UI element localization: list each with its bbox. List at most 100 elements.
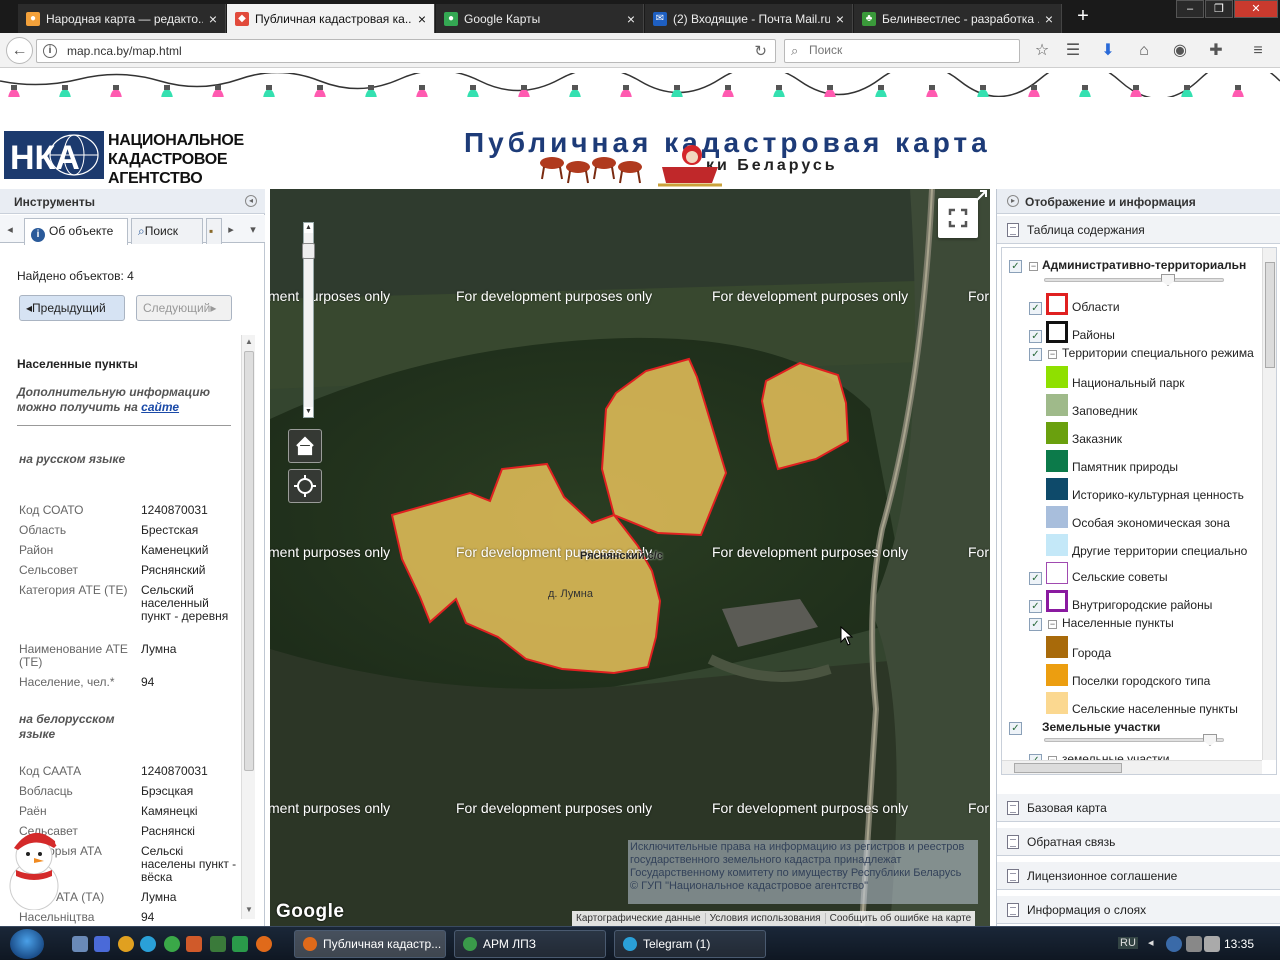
browser-tab[interactable]: ● Народная карта — редакто... × [18,4,226,33]
browser-search-box[interactable]: ⌕ [784,39,1020,63]
taskbar-item-firefox[interactable]: Публичная кадастр... [294,930,446,958]
new-tab-button[interactable]: + [1072,6,1094,28]
browser-tab[interactable]: ● Google Карты × [436,4,644,33]
layer-checkbox[interactable]: ✓ [1029,600,1042,613]
opacity-slider[interactable] [1044,274,1224,286]
back-button[interactable]: ← [6,37,33,64]
browser-search-input[interactable] [809,43,1009,57]
minimize-button[interactable]: – [1176,0,1204,18]
zoom-handle[interactable] [302,243,315,259]
close-tab-icon[interactable]: × [1045,11,1053,27]
close-tab-icon[interactable]: × [627,11,635,27]
collapse-icon[interactable]: − [1029,262,1038,271]
section-license[interactable]: Лицензионное соглашение [997,862,1280,890]
section-layer-info[interactable]: Информация о слоях [997,896,1280,924]
next-button[interactable]: Следующий▸ [136,295,232,321]
collapse-icon[interactable]: − [1048,620,1057,629]
scrollbar-thumb[interactable] [1265,262,1275,368]
zoom-in-button[interactable]: ▲ [304,223,313,233]
map-canvas[interactable]: ment purposes only For development purpo… [270,189,990,926]
tray-expand-icon[interactable]: ◂ [1148,936,1164,952]
pocket-icon[interactable]: ◉ [1170,41,1190,61]
pdf-icon[interactable] [186,936,202,952]
browser-tab-active[interactable]: ◆ Публичная кадастровая ка... × [227,4,435,33]
tab-more[interactable]: ▪ [206,218,222,244]
toc-header[interactable]: Таблица содержания [997,216,1280,244]
taskbar-item-arm[interactable]: АРМ ЛПЗ [454,930,606,958]
browser-tab[interactable]: ♣ Белинвестлес - разработка ... × [854,4,1062,33]
save-icon[interactable] [94,936,110,952]
scroll-down-icon[interactable]: ▼ [244,905,254,914]
zoom-out-button[interactable]: ▼ [304,407,313,417]
reload-icon[interactable]: ↻ [754,42,767,60]
whatsapp-icon[interactable] [164,936,180,952]
download-icon[interactable]: ⬇ [1098,41,1118,61]
home-icon[interactable]: ⌂ [1134,41,1154,61]
layer-checkbox[interactable]: ✓ [1029,302,1042,315]
layer-checkbox[interactable]: ✓ [1009,722,1022,735]
zoom-slider[interactable]: ▲ ▼ [302,222,315,418]
info-icon[interactable]: i [43,44,57,58]
collapse-panel-icon[interactable]: ◂ [245,195,257,207]
opacity-slider[interactable] [1044,734,1224,746]
watermark: For development purposes only [456,288,653,304]
report-error-link[interactable]: Сообщить об ошибке на карте [824,913,976,924]
section-base-map[interactable]: Базовая карта [997,794,1280,822]
tab-object-info[interactable]: i Об объекте [24,218,128,245]
app-icon[interactable] [210,936,226,952]
telegram-icon[interactable] [140,936,156,952]
network-icon[interactable] [1186,936,1202,952]
site-link[interactable]: сайте [141,400,179,414]
slider-handle[interactable] [1161,274,1175,286]
tabs-scroll-right-icon[interactable]: ▸ [224,220,238,240]
close-tab-icon[interactable]: × [209,11,217,27]
logo-text: НАЦИОНАЛЬНОЕ КАДАСТРОВОЕ АГЕНТСТВО [108,131,244,188]
collapse-panel-icon[interactable]: ▸ [1007,195,1019,207]
chrome-icon[interactable] [118,936,134,952]
close-tab-icon[interactable]: × [418,11,426,27]
watermark: For development purposes only [712,544,909,560]
start-button[interactable] [10,929,44,959]
toc-hscrollbar[interactable] [1002,760,1262,774]
locate-button[interactable] [288,469,322,503]
scrollbar-thumb[interactable] [1014,763,1122,773]
info-scrollbar[interactable]: ▲ ▼ [241,335,255,919]
taskbar-item-telegram[interactable]: Telegram (1) [614,930,766,958]
slider-handle[interactable] [1203,734,1217,746]
layer-checkbox[interactable]: ✓ [1029,330,1042,343]
section-feedback[interactable]: Обратная связь [997,828,1280,856]
close-window-button[interactable]: ✕ [1234,0,1278,18]
tab-search[interactable]: ⌕Поиск [131,218,203,244]
explorer-icon[interactable] [72,936,88,952]
terms-link[interactable]: Условия использования [704,913,825,924]
tabs-menu-icon[interactable]: ▾ [246,220,260,240]
browser-tab[interactable]: ✉ (2) Входящие - Почта Mail.ru × [645,4,853,33]
address-bar[interactable]: i map.nca.by/map.html ↻ [36,39,776,63]
language-indicator[interactable]: RU [1118,937,1138,949]
close-tab-icon[interactable]: × [836,11,844,27]
map-data-link[interactable]: Картографические данные [572,913,705,924]
menu-icon[interactable]: ≡ [1248,41,1268,61]
layer-checkbox[interactable]: ✓ [1009,260,1022,273]
tabs-scroll-left-icon[interactable]: ◂ [3,220,17,240]
layer-urban-districts: Внутригородские районы [1072,598,1213,612]
app-icon[interactable] [232,936,248,952]
tray-app-icon[interactable] [1166,936,1182,952]
layer-checkbox[interactable]: ✓ [1029,572,1042,585]
expand-map-icon[interactable] [972,189,990,205]
info-icon: i [31,228,45,242]
collapse-icon[interactable]: − [1048,350,1057,359]
volume-icon[interactable] [1204,936,1220,952]
layer-checkbox[interactable]: ✓ [1029,618,1042,631]
scrollbar-thumb[interactable] [244,351,254,771]
toc-scrollbar[interactable] [1262,248,1276,760]
maximize-button[interactable]: ❐ [1205,0,1233,18]
reading-list-icon[interactable]: ☰ [1063,41,1083,61]
extensions-icon[interactable]: ✚ [1206,41,1226,61]
previous-button[interactable]: ◂Предыдущий [19,295,125,321]
firefox-icon[interactable] [256,936,272,952]
bookmark-star-icon[interactable]: ☆ [1032,41,1052,61]
home-extent-button[interactable] [288,429,322,463]
layer-checkbox[interactable]: ✓ [1029,348,1042,361]
scroll-up-icon[interactable]: ▲ [244,337,254,346]
